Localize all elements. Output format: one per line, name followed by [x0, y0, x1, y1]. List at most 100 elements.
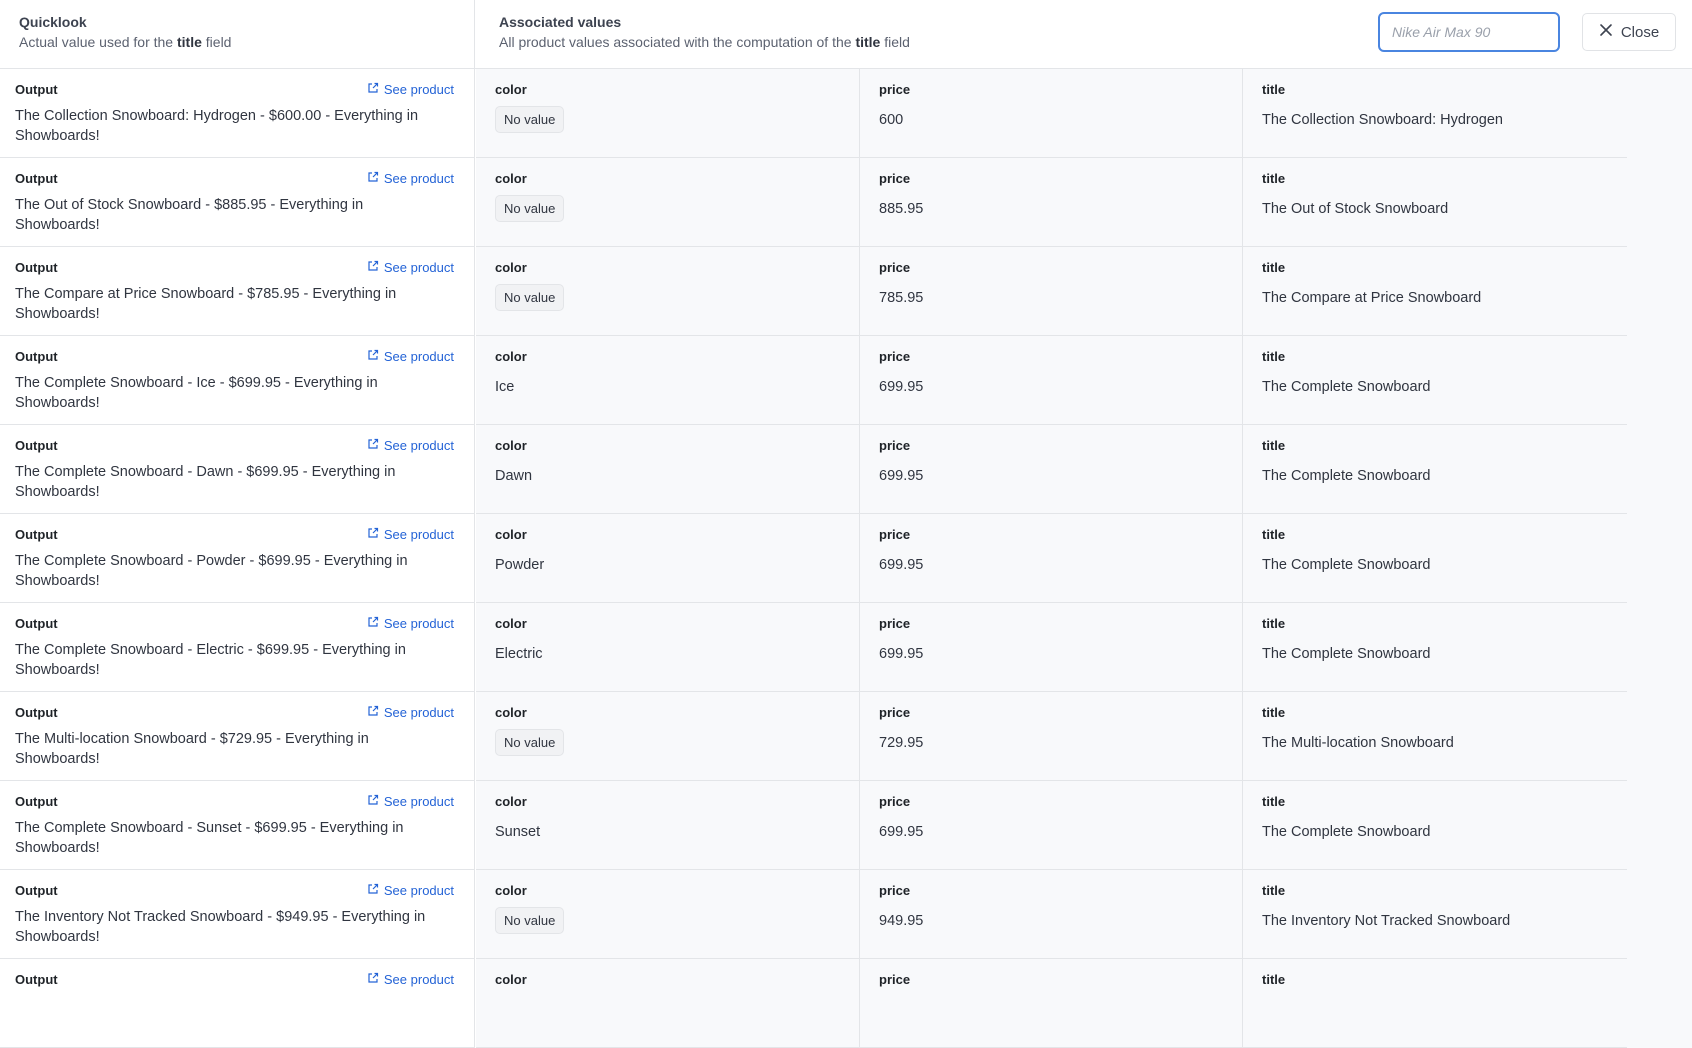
title-value: The Out of Stock Snowboard	[1262, 201, 1449, 217]
close-button[interactable]: Close	[1582, 13, 1676, 51]
see-product-label: See product	[383, 616, 454, 631]
output-value: The Collection Snowboard: Hydrogen - $60…	[15, 108, 419, 144]
external-link-icon	[367, 971, 379, 989]
price-cell: price 699.95	[860, 336, 1243, 424]
price-label: price	[879, 438, 911, 453]
output-cell: Output See product The Multi-location Sn…	[0, 692, 475, 781]
color-label: color	[495, 438, 527, 453]
price-cell: price 699.95	[860, 514, 1243, 602]
price-label: price	[879, 616, 911, 631]
see-product-link[interactable]: See product	[367, 526, 454, 544]
color-cell: color No value	[476, 69, 860, 157]
external-link-icon	[367, 437, 379, 455]
color-label: color	[495, 883, 527, 898]
product-row: Output See product The Compare at Price …	[0, 247, 1692, 336]
product-search-input[interactable]	[1378, 12, 1560, 52]
product-row: Output See product color price title	[0, 959, 1692, 1048]
color-cell: color Dawn	[476, 425, 860, 513]
color-value: Ice	[495, 379, 515, 395]
title-label: title	[1262, 616, 1286, 631]
color-cell: color Powder	[476, 514, 860, 602]
see-product-link[interactable]: See product	[367, 170, 454, 188]
output-value: The Compare at Price Snowboard - $785.95…	[15, 286, 397, 322]
color-label: color	[495, 705, 527, 720]
price-value: 600	[879, 112, 904, 128]
output-cell: Output See product The Collection Snowbo…	[0, 69, 475, 158]
title-label: title	[1262, 794, 1286, 809]
see-product-label: See product	[383, 82, 454, 97]
price-cell: price 949.95	[860, 870, 1243, 958]
title-cell: title The Complete Snowboard	[1243, 425, 1627, 513]
associated-values-subtitle: All product values associated with the c…	[499, 32, 910, 52]
see-product-link[interactable]: See product	[367, 437, 454, 455]
title-label: title	[1262, 705, 1286, 720]
external-link-icon	[367, 170, 379, 188]
associated-values-title: Associated values	[499, 14, 622, 30]
output-value: The Complete Snowboard - Sunset - $699.9…	[15, 820, 404, 856]
price-label: price	[879, 705, 911, 720]
title-value: The Complete Snowboard	[1262, 646, 1431, 662]
close-icon	[1599, 23, 1613, 41]
see-product-label: See product	[383, 883, 454, 898]
price-value: 699.95	[879, 824, 924, 840]
color-label: color	[495, 616, 527, 631]
price-cell: price 885.95	[860, 158, 1243, 246]
price-value: 699.95	[879, 468, 924, 484]
title-label: title	[1262, 438, 1286, 453]
no-value-badge: No value	[495, 195, 565, 222]
price-label: price	[879, 260, 911, 275]
title-label: title	[1262, 972, 1286, 987]
price-cell: price 699.95	[860, 603, 1243, 691]
see-product-label: See product	[383, 349, 454, 364]
price-label: price	[879, 794, 911, 809]
see-product-link[interactable]: See product	[367, 882, 454, 900]
output-value: The Complete Snowboard - Dawn - $699.95 …	[15, 464, 396, 500]
title-cell: title The Collection Snowboard: Hydrogen	[1243, 69, 1627, 157]
title-label: title	[1262, 82, 1286, 97]
color-cell: color Electric	[476, 603, 860, 691]
price-label: price	[879, 171, 911, 186]
product-row: Output See product The Multi-location Sn…	[0, 692, 1692, 781]
product-row: Output See product The Collection Snowbo…	[0, 69, 1692, 158]
see-product-link[interactable]: See product	[367, 704, 454, 722]
see-product-link[interactable]: See product	[367, 81, 454, 99]
title-value: The Complete Snowboard	[1262, 379, 1431, 395]
output-value: The Inventory Not Tracked Snowboard - $9…	[15, 909, 426, 945]
price-value: 699.95	[879, 557, 924, 573]
title-label: title	[1262, 171, 1286, 186]
subtitle-text: field	[880, 34, 910, 50]
price-value: 699.95	[879, 646, 924, 662]
output-cell: Output See product The Complete Snowboar…	[0, 425, 475, 514]
quicklook-title: Quicklook	[19, 14, 87, 30]
color-value: Powder	[495, 557, 545, 573]
see-product-link[interactable]: See product	[367, 971, 454, 989]
product-row: Output See product The Inventory Not Tra…	[0, 870, 1692, 959]
color-label: color	[495, 527, 527, 542]
product-row: Output See product The Complete Snowboar…	[0, 336, 1692, 425]
see-product-link[interactable]: See product	[367, 793, 454, 811]
title-cell: title The Complete Snowboard	[1243, 336, 1627, 424]
color-cell: color Ice	[476, 336, 860, 424]
title-value: The Compare at Price Snowboard	[1262, 290, 1482, 306]
see-product-link[interactable]: See product	[367, 259, 454, 277]
price-value: 699.95	[879, 379, 924, 395]
title-value: The Complete Snowboard	[1262, 557, 1431, 573]
color-label: color	[495, 972, 527, 987]
title-value: The Complete Snowboard	[1262, 468, 1431, 484]
price-value: 785.95	[879, 290, 924, 306]
see-product-link[interactable]: See product	[367, 348, 454, 366]
title-cell: title The Out of Stock Snowboard	[1243, 158, 1627, 246]
product-row: Output See product The Complete Snowboar…	[0, 781, 1692, 870]
color-label: color	[495, 82, 527, 97]
external-link-icon	[367, 704, 379, 722]
price-cell: price 699.95	[860, 425, 1243, 513]
see-product-label: See product	[383, 705, 454, 720]
external-link-icon	[367, 348, 379, 366]
see-product-link[interactable]: See product	[367, 615, 454, 633]
quicklook-heading: Quicklook Actual value used for the titl…	[0, 0, 475, 68]
title-value: The Multi-location Snowboard	[1262, 735, 1454, 751]
see-product-label: See product	[383, 438, 454, 453]
quicklook-subtitle: Actual value used for the title field	[19, 32, 474, 52]
price-cell: price	[860, 959, 1243, 1047]
product-row: Output See product The Complete Snowboar…	[0, 603, 1692, 692]
